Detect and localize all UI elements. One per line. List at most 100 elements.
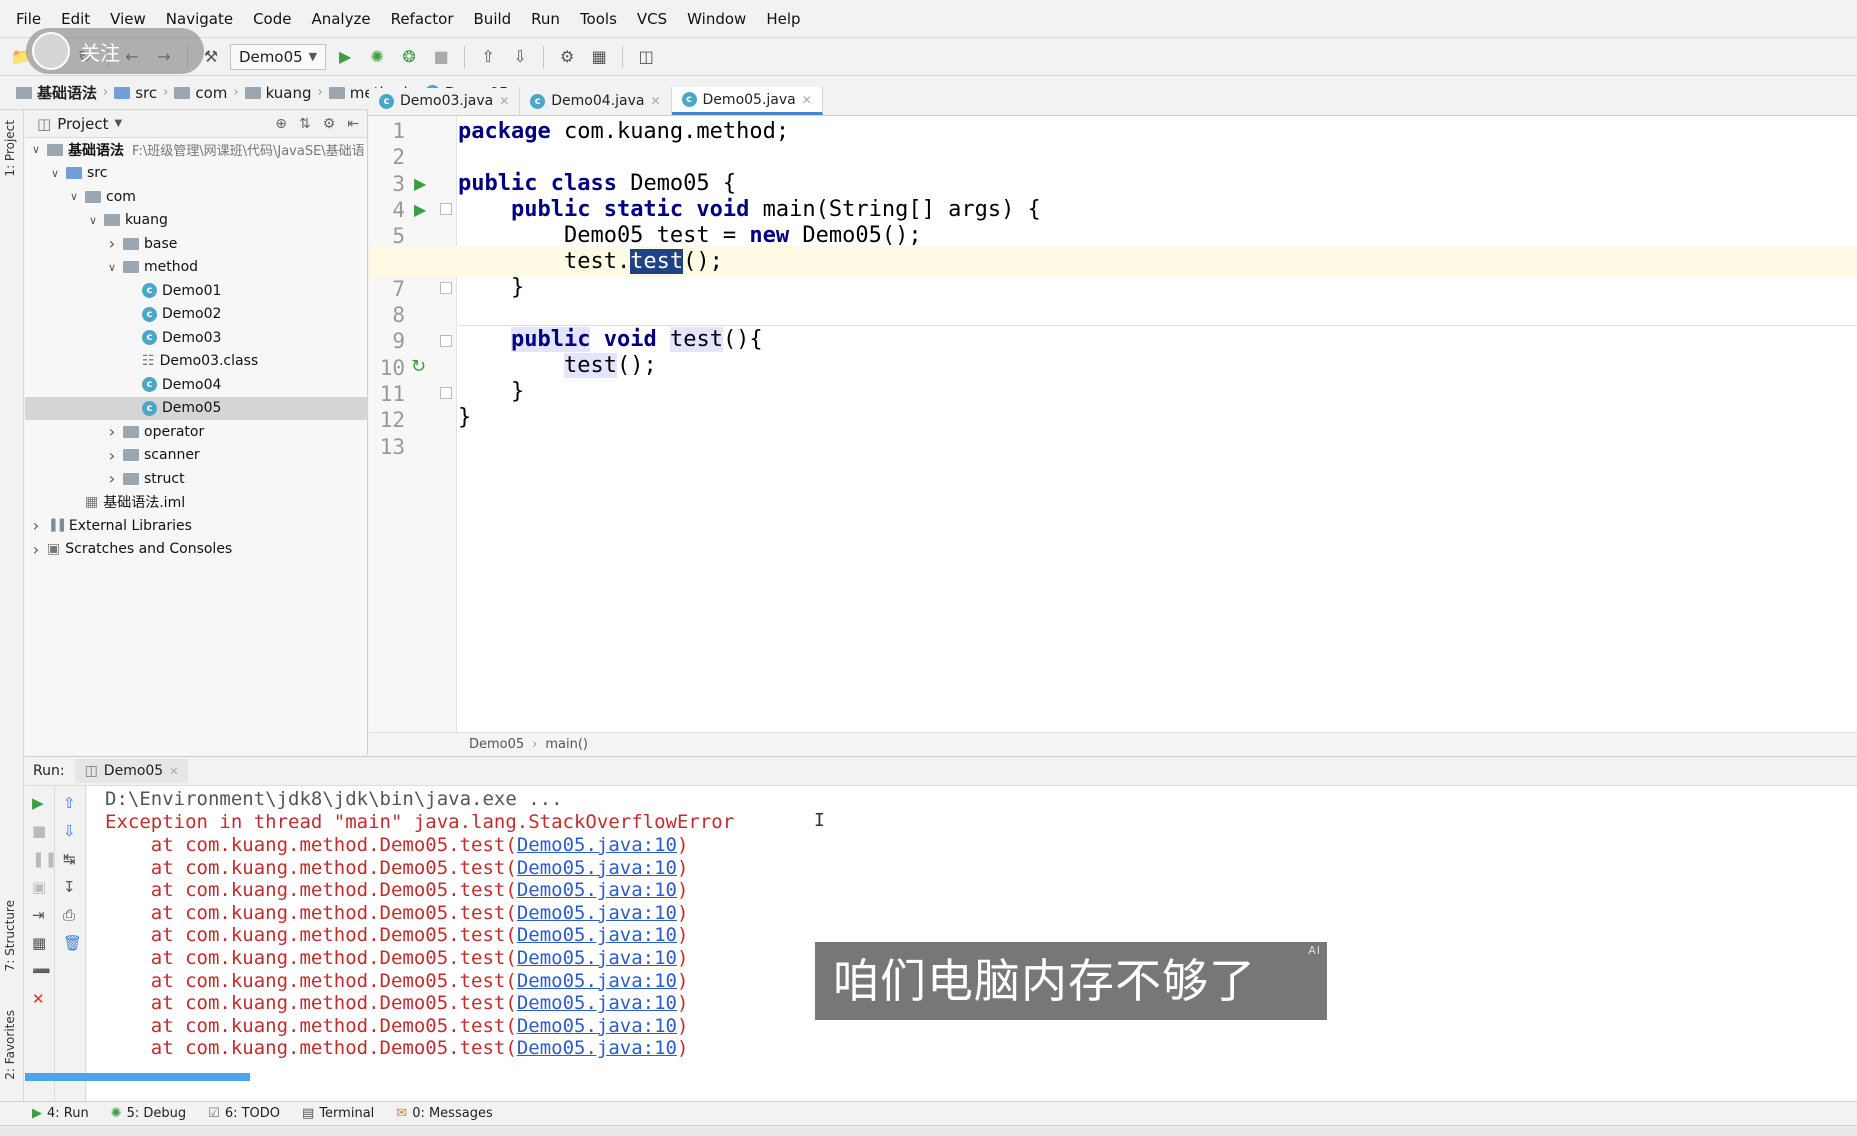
trace-source-link[interactable]: Demo05.java:10: [517, 947, 677, 969]
pin-icon[interactable]: ➖: [32, 962, 51, 980]
pause-icon[interactable]: ❚❚: [32, 850, 57, 868]
debug-icon[interactable]: ✺: [364, 44, 390, 70]
trace-source-link[interactable]: Demo05.java:10: [517, 1037, 677, 1059]
chevron-right-icon[interactable]: ›: [29, 516, 43, 535]
bottom-tab-run[interactable]: ▶ 4: Run: [32, 1106, 89, 1121]
close-icon[interactable]: ✕: [32, 990, 45, 1008]
up-arrow-icon[interactable]: ⇧: [63, 794, 76, 812]
breadcrumb-item[interactable]: 基础语法: [10, 82, 103, 103]
chevron-right-icon[interactable]: ›: [105, 234, 119, 253]
commit-icon[interactable]: ⇩: [507, 44, 533, 70]
tab-demo03-java[interactable]: c Demo03.java ✕: [369, 87, 521, 115]
tree-item[interactable]: ☷ Demo03.class: [25, 350, 367, 374]
close-icon[interactable]: ✕: [499, 94, 509, 108]
trace-source-link[interactable]: Demo05.java:10: [517, 834, 677, 856]
down-arrow-icon[interactable]: ⇩: [63, 822, 76, 840]
trace-source-link[interactable]: Demo05.java:10: [517, 902, 677, 924]
run-gutter-icon[interactable]: ▶: [414, 200, 426, 219]
bottom-tab-debug[interactable]: ✺ 5: Debug: [111, 1106, 186, 1121]
chevron-down-icon[interactable]: ∨: [48, 167, 62, 180]
breadcrumb-item[interactable]: src: [108, 84, 163, 102]
fold-icon[interactable]: [440, 387, 452, 399]
camera-icon[interactable]: ▣: [32, 878, 46, 896]
tab-demo04-java[interactable]: c Demo04.java ✕: [520, 87, 672, 115]
tree-item[interactable]: › operator: [25, 420, 367, 444]
layout-icon[interactable]: ▦: [32, 934, 46, 952]
tree-item[interactable]: ∨ com: [25, 185, 367, 209]
hide-panel-icon[interactable]: ⇤: [347, 116, 359, 132]
trace-source-link[interactable]: Demo05.java:10: [517, 970, 677, 992]
run-gutter-icon[interactable]: ▶: [414, 174, 426, 193]
bottom-tab-terminal[interactable]: ▤ Terminal: [302, 1106, 374, 1121]
chevron-down-icon[interactable]: ▼: [115, 118, 123, 129]
locate-icon[interactable]: ⊕: [275, 116, 287, 132]
exit-icon[interactable]: ⇥: [32, 906, 45, 924]
menu-help[interactable]: Help: [756, 0, 810, 38]
tree-item[interactable]: ∨ kuang: [25, 209, 367, 233]
fold-icon[interactable]: [440, 203, 452, 215]
tree-item[interactable]: c Demo03: [25, 326, 367, 350]
sdk-icon[interactable]: ◫: [633, 44, 659, 70]
tree-item[interactable]: › ▣ Scratches and Consoles: [25, 538, 367, 562]
print-icon[interactable]: ⎙: [63, 906, 75, 924]
chevron-down-icon[interactable]: ∨: [29, 143, 43, 156]
editor-crumb-class[interactable]: Demo05: [469, 737, 524, 752]
close-icon[interactable]: ✕: [802, 93, 812, 107]
tree-item[interactable]: c Demo04: [25, 373, 367, 397]
tree-item[interactable]: ∨ method: [25, 256, 367, 280]
trash-icon[interactable]: 🗑: [63, 934, 82, 952]
update-icon[interactable]: ⇧: [475, 44, 501, 70]
code-editor[interactable]: ▶ ▶ ↻ 12345678910111213 package com.kuan…: [369, 116, 1857, 732]
menu-code[interactable]: Code: [243, 0, 301, 38]
editor-crumb-method[interactable]: main(): [545, 737, 588, 752]
tab-favorites[interactable]: 2: Favorites: [3, 1010, 17, 1080]
trace-source-link[interactable]: Demo05.java:10: [517, 857, 677, 879]
menu-run[interactable]: Run: [521, 0, 570, 38]
bottom-tab-messages[interactable]: ✉ 0: Messages: [396, 1106, 492, 1121]
fold-icon[interactable]: [440, 335, 452, 347]
trace-source-link[interactable]: Demo05.java:10: [517, 1015, 677, 1037]
follow-overlay[interactable]: 关注: [26, 28, 204, 74]
menu-analyze[interactable]: Analyze: [301, 0, 380, 38]
tab-run-demo05[interactable]: ◫ Demo05 ✕: [74, 759, 189, 783]
project-panel-title[interactable]: Project: [57, 115, 108, 133]
chevron-down-icon[interactable]: ∨: [67, 190, 81, 203]
fold-icon[interactable]: [440, 282, 452, 294]
tree-item[interactable]: › scanner: [25, 444, 367, 468]
tab-demo05-java[interactable]: c Demo05.java ✕: [671, 87, 823, 115]
tab-structure[interactable]: 7: Structure: [3, 900, 17, 971]
run-config-select[interactable]: Demo05 ▼: [230, 43, 327, 70]
project-structure-icon[interactable]: ▦: [586, 44, 612, 70]
trace-source-link[interactable]: Demo05.java:10: [517, 879, 677, 901]
code-area[interactable]: package com.kuang.method; public class D…: [369, 116, 1857, 732]
chevron-right-icon[interactable]: ›: [105, 422, 119, 441]
soft-wrap-icon[interactable]: ↹: [63, 850, 76, 868]
tree-item[interactable]: c Demo05: [25, 396, 367, 420]
tree-item[interactable]: c Demo02: [25, 303, 367, 327]
menu-window[interactable]: Window: [677, 0, 756, 38]
run-icon[interactable]: ▶: [332, 44, 358, 70]
coverage-icon[interactable]: ❂: [396, 44, 422, 70]
recursion-icon[interactable]: ↻: [411, 356, 426, 377]
trace-source-link[interactable]: Demo05.java:10: [517, 924, 677, 946]
tab-project[interactable]: 1: Project: [3, 120, 17, 177]
tree-root[interactable]: ∨ 基础语法 F:\班级管理\网课班\代码\JavaSE\基础语: [25, 138, 367, 162]
scroll-to-end-icon[interactable]: ↧: [63, 878, 76, 896]
menu-vcs[interactable]: VCS: [627, 0, 677, 38]
tree-item[interactable]: ▦ 基础语法.iml: [25, 491, 367, 515]
tree-item[interactable]: › ▐▐ External Libraries: [25, 514, 367, 538]
chevron-right-icon[interactable]: ›: [105, 446, 119, 465]
chevron-right-icon[interactable]: ›: [29, 540, 43, 559]
chevron-down-icon[interactable]: ∨: [86, 214, 100, 227]
tree-item[interactable]: › struct: [25, 467, 367, 491]
collapse-all-icon[interactable]: ⇅: [299, 116, 311, 132]
gear-icon[interactable]: ⚙: [323, 116, 336, 132]
close-icon[interactable]: ✕: [169, 765, 178, 778]
stop-icon[interactable]: ■: [428, 44, 454, 70]
trace-source-link[interactable]: Demo05.java:10: [517, 992, 677, 1014]
tree-item[interactable]: c Demo01: [25, 279, 367, 303]
chevron-down-icon[interactable]: ∨: [105, 261, 119, 274]
settings-icon[interactable]: ⚙: [554, 44, 580, 70]
menu-build[interactable]: Build: [464, 0, 522, 38]
horizontal-scrollbar[interactable]: [25, 1073, 250, 1081]
